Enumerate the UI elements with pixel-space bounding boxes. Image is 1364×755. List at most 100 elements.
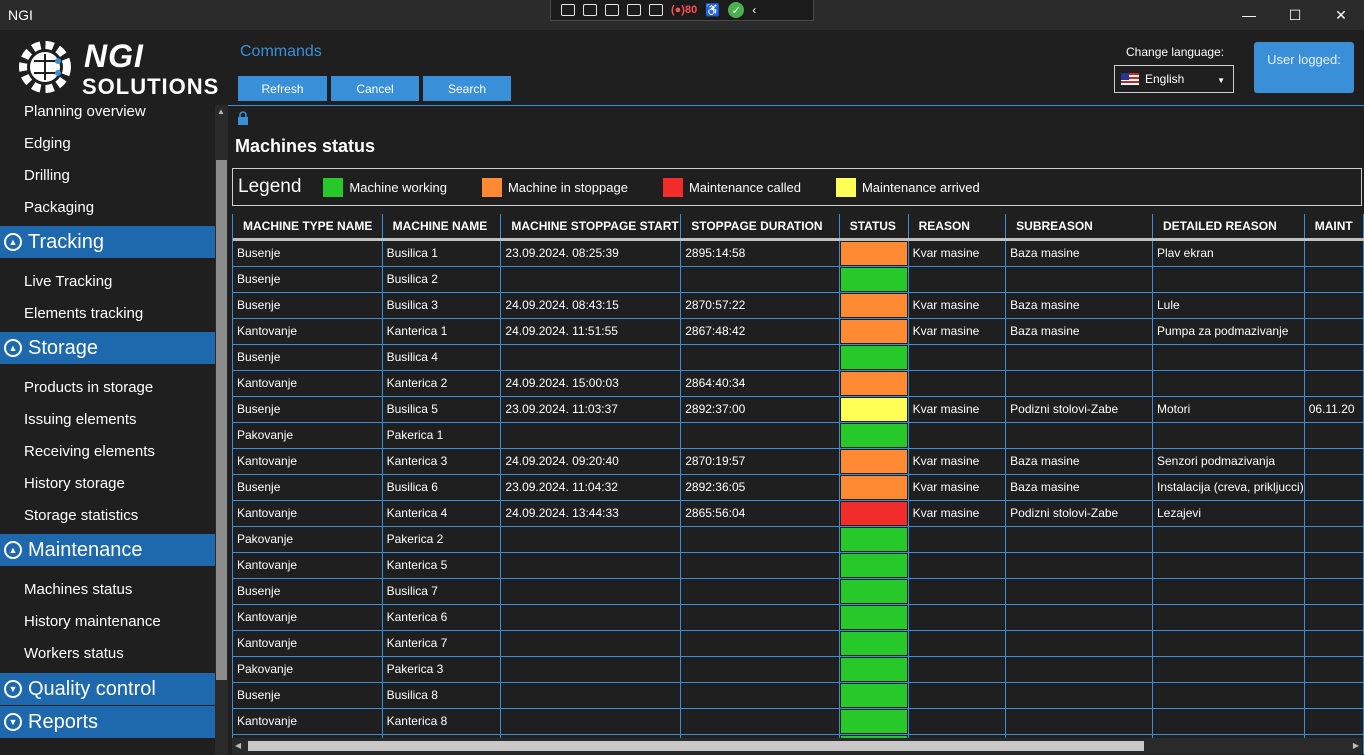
sidebar-scrollbar-thumb[interactable] (216, 160, 227, 680)
status-cell (839, 318, 909, 345)
table-row[interactable]: Pakovanje Pakerica 2 (233, 526, 1364, 553)
column-header-reason[interactable]: REASON (908, 214, 1007, 241)
column-header-maintenance[interactable]: MAINT (1304, 214, 1364, 241)
cell-type: Busenje (233, 396, 383, 423)
horizontal-scrollbar-thumb[interactable] (248, 741, 1144, 751)
lock-icon[interactable] (237, 111, 249, 125)
cell-maint: 06.11.20 (1304, 396, 1364, 423)
sidebar-item-machines-status[interactable]: Machines status (24, 581, 132, 598)
cell-maint (1304, 292, 1364, 319)
sidebar-item-history-maintenance[interactable]: History maintenance (24, 613, 161, 630)
cell-reason (908, 422, 1007, 449)
sidebar-item-issuing-elements[interactable]: Issuing elements (24, 411, 137, 428)
column-header-subreason[interactable]: SUBREASON (1005, 214, 1153, 241)
column-header-detailed-reason[interactable]: DETAILED REASON (1152, 214, 1305, 241)
cursor-icon[interactable] (605, 4, 619, 16)
user-logged-button[interactable]: User logged: (1254, 42, 1354, 93)
machines-status-grid[interactable]: MACHINE TYPE NAME MACHINE NAME MACHINE S… (232, 214, 1364, 754)
table-row[interactable]: Busenje Busilica 5 23.09.2024. 11:03:37 289… (233, 396, 1364, 423)
cell-subreason (1005, 630, 1153, 657)
cell-type: Busenje (233, 292, 383, 319)
column-header-machine-type[interactable]: MACHINE TYPE NAME (233, 214, 383, 241)
sidebar-item-elements-tracking[interactable]: Elements tracking (24, 305, 143, 322)
screenshot-icon[interactable] (561, 4, 575, 16)
cell-detailed (1152, 578, 1305, 605)
sidebar-item-receiving-elements[interactable]: Receiving elements (24, 443, 155, 460)
table-row[interactable]: Busenje Busilica 3 24.09.2024. 08:43:15 287… (233, 292, 1364, 319)
change-language-label: Change language: (1126, 45, 1225, 59)
table-row[interactable]: Kantovanje Kanterica 8 (233, 708, 1364, 735)
table-row[interactable]: Kantovanje Kanterica 2 24.09.2024. 15:00:0… (233, 370, 1364, 397)
sidebar-item-workers-status[interactable]: Workers status (24, 645, 124, 662)
language-select[interactable]: English ▼ (1114, 65, 1234, 93)
sidebar-section-reports[interactable]: ▼ Reports (0, 706, 215, 738)
column-header-stoppage-start[interactable]: MACHINE STOPPAGE START (500, 214, 682, 241)
scroll-left-icon[interactable]: ◀ (235, 741, 241, 750)
sidebar-item-planning-overview[interactable]: Planning overview (24, 103, 146, 120)
table-row[interactable]: Kantovanje Kanterica 6 (233, 604, 1364, 631)
search-button[interactable]: Search (423, 76, 511, 101)
sidebar-section-quality-control[interactable]: ▼ Quality control (0, 673, 215, 705)
table-row[interactable]: Kantovanje Kanterica 5 (233, 552, 1364, 579)
scroll-up-icon[interactable]: ▲ (217, 107, 225, 116)
sidebar-section-maintenance[interactable]: ▲ Maintenance (0, 534, 215, 566)
table-row[interactable]: Busenje Busilica 4 (233, 344, 1364, 371)
cell-maint (1304, 552, 1364, 579)
table-row[interactable]: Pakovanje Pakerica 3 (233, 656, 1364, 683)
accessibility-icon[interactable]: ♿ (705, 3, 720, 17)
cell-start (500, 422, 682, 449)
table-row[interactable]: Busenje Busilica 8 (233, 682, 1364, 709)
microphone-level[interactable]: (●)80 (671, 4, 697, 16)
sidebar-item-packaging[interactable]: Packaging (24, 199, 94, 216)
sidebar-item-drilling[interactable]: Drilling (24, 167, 70, 184)
column-header-stoppage-duration[interactable]: STOPPAGE DURATION (680, 214, 840, 241)
sidebar-scrollbar[interactable]: ▲ (215, 105, 228, 755)
chevron-left-icon[interactable]: ‹ (752, 3, 756, 17)
table-row[interactable]: Kantovanje Kanterica 1 24.09.2024. 11:51:5… (233, 318, 1364, 345)
table-row[interactable]: Pakovanje Pakerica 1 (233, 422, 1364, 449)
cell-maint (1304, 500, 1364, 527)
scroll-right-icon[interactable]: ▶ (1353, 741, 1359, 750)
check-icon[interactable]: ✓ (728, 2, 745, 18)
status-cell (839, 552, 909, 579)
sidebar-item-products-in-storage[interactable]: Products in storage (24, 379, 153, 396)
cell-start (500, 552, 682, 579)
table-row[interactable]: Kantovanje Kanterica 4 24.09.2024. 13:44:3… (233, 500, 1364, 527)
table-row[interactable]: Busenje Busilica 6 23.09.2024. 11:04:32 289… (233, 474, 1364, 501)
screen-tools-strip: (●)80 ♿ ✓ ‹ (550, 0, 814, 21)
close-button[interactable]: ✕ (1318, 0, 1364, 30)
column-header-machine-name[interactable]: MACHINE NAME (382, 214, 502, 241)
cell-subreason: Baza masine (1005, 292, 1153, 319)
cell-subreason (1005, 552, 1153, 579)
grid-horizontal-scrollbar[interactable]: ◀ ▶ (232, 738, 1362, 754)
video-camera-icon[interactable] (583, 4, 597, 16)
sidebar-item-history-storage[interactable]: History storage (24, 475, 125, 492)
sidebar-item-edging[interactable]: Edging (24, 135, 71, 152)
table-row[interactable]: Busenje Busilica 7 (233, 578, 1364, 605)
column-header-status[interactable]: STATUS (839, 214, 909, 241)
legend-swatch (835, 177, 856, 197)
maximize-button[interactable]: ☐ (1272, 0, 1318, 30)
sidebar-item-live-tracking[interactable]: Live Tracking (24, 273, 112, 290)
pointer-select-icon[interactable] (649, 4, 663, 16)
cell-type: Kantovanje (233, 708, 383, 735)
sidebar-item-storage-statistics[interactable]: Storage statistics (24, 507, 138, 524)
status-cell (839, 370, 909, 397)
cell-name: Pakerica 1 (382, 422, 502, 449)
table-row[interactable]: Busenje Busilica 1 23.09.2024. 08:25:39 289… (233, 239, 1364, 267)
table-row[interactable]: Kantovanje Kanterica 3 24.09.2024. 09:20:4… (233, 448, 1364, 475)
legend-swatch (662, 177, 683, 197)
sidebar-section-storage[interactable]: ▲ Storage (0, 332, 215, 364)
selection-icon[interactable] (627, 4, 641, 16)
table-row[interactable]: Busenje Busilica 2 (233, 266, 1364, 293)
window-controls: — ☐ ✕ (1226, 0, 1364, 30)
cell-subreason: Baza masine (1005, 474, 1153, 501)
refresh-button[interactable]: Refresh (238, 76, 327, 101)
cell-detailed (1152, 370, 1305, 397)
table-row[interactable]: Kantovanje Kanterica 7 (233, 630, 1364, 657)
minimize-button[interactable]: — (1226, 0, 1272, 30)
status-indicator (840, 397, 907, 421)
sidebar-section-tracking[interactable]: ▲ Tracking (0, 226, 215, 258)
cancel-button[interactable]: Cancel (331, 76, 419, 101)
cell-type: Pakovanje (233, 422, 383, 449)
